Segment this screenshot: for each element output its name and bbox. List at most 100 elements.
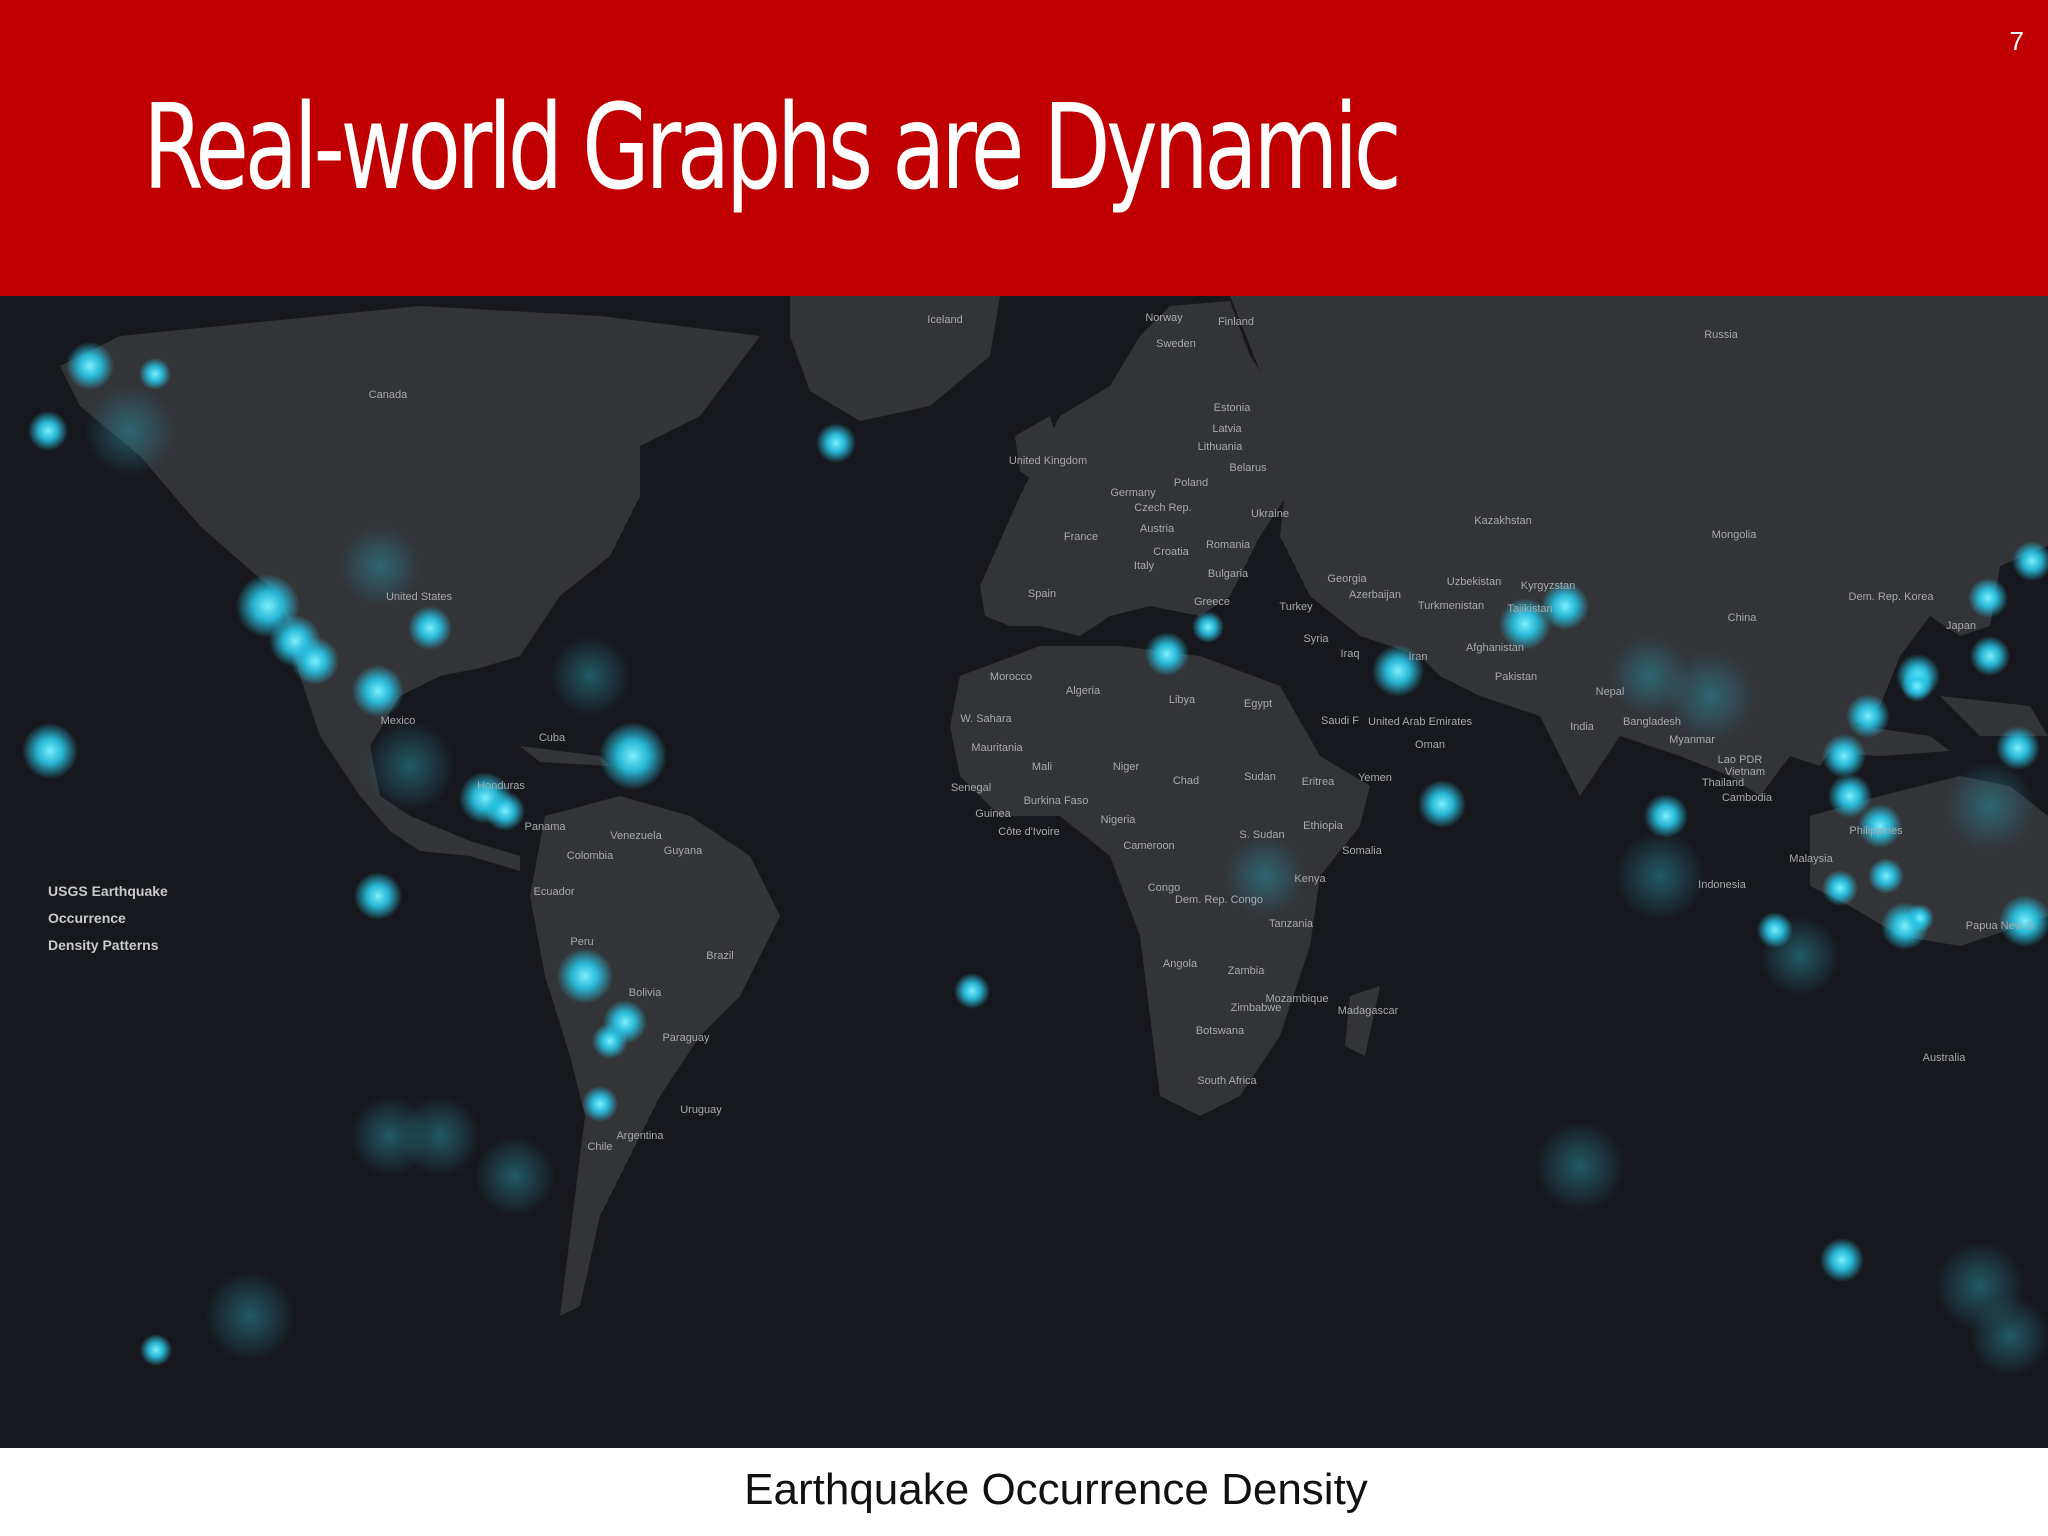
map-label: Colombia — [566, 850, 614, 862]
map-label: India — [1570, 721, 1594, 733]
faint-hotspot — [550, 636, 630, 716]
faint-hotspot — [1970, 1296, 2048, 1376]
faint-hotspot — [205, 1271, 295, 1361]
map-label: Congo — [1147, 882, 1181, 894]
map-legend-line: Occurrence — [48, 910, 126, 926]
map-label: Dem. Rep. Congo — [1174, 894, 1264, 906]
map-label: China — [1727, 612, 1757, 624]
hotspot — [139, 358, 171, 390]
map-label: Finland — [1217, 316, 1255, 328]
map-label: Argentina — [616, 1130, 664, 1142]
map-label: Czech Rep. — [1134, 502, 1192, 514]
map-label: Honduras — [477, 780, 525, 792]
hotspot — [1906, 904, 1934, 932]
map-label: Romania — [1205, 539, 1251, 551]
map-label: Syria — [1303, 633, 1329, 645]
map-label: Zambia — [1227, 965, 1265, 977]
map-label: Kazakhstan — [1474, 515, 1532, 527]
map-legend-line: Density Patterns — [48, 937, 159, 953]
hotspot — [1822, 870, 1858, 906]
land-cuba — [520, 746, 610, 766]
map-label: Iraq — [1340, 648, 1360, 660]
map-legend-line: USGS Earthquake — [48, 883, 168, 899]
land-papua — [1940, 696, 2048, 736]
faint-hotspot — [1615, 831, 1705, 921]
map-label: Uzbekistan — [1446, 576, 1502, 588]
map-label: Chad — [1172, 775, 1200, 787]
map-label: Cameroon — [1123, 840, 1175, 852]
map-label: Sudan — [1244, 771, 1276, 783]
map-label: Latvia — [1212, 423, 1242, 435]
hotspot — [1996, 726, 2040, 770]
map-label: Australia — [1922, 1052, 1966, 1064]
map-label: Turkmenistan — [1417, 600, 1485, 612]
hotspot — [1901, 670, 1933, 702]
map-label: Zimbabwe — [1230, 1002, 1282, 1014]
hotspot — [291, 637, 339, 685]
map-label: Paraguay — [662, 1032, 710, 1044]
map-label: Morocco — [989, 671, 1033, 683]
map-label: Georgia — [1327, 573, 1367, 585]
map-label: Algeria — [1065, 685, 1101, 697]
map-legend: USGS Earthquake Occurrence Density Patte… — [48, 878, 168, 959]
map-label: Norway — [1145, 312, 1183, 324]
hotspot — [1822, 734, 1866, 778]
world-map-svg — [22, 296, 2048, 1376]
figure-caption: Earthquake Occurrence Density — [744, 1465, 1368, 1514]
map-label: Japan — [1946, 620, 1976, 632]
map-label: Pakistan — [1494, 671, 1538, 683]
map-label: Turkey — [1279, 601, 1313, 613]
map-label: Dem. Rep. Korea — [1848, 591, 1934, 603]
map-label: Germany — [1110, 487, 1156, 499]
map-label: Indonesia — [1698, 879, 1746, 891]
map-label: South Africa — [1197, 1075, 1257, 1087]
map-label: Lao PDR — [1717, 754, 1763, 766]
map-label: Lithuania — [1197, 441, 1243, 453]
hotspot — [816, 423, 856, 463]
map-label: United Arab Emirates — [1368, 716, 1472, 728]
land-south-america — [530, 796, 780, 1316]
map-label: Sweden — [1156, 338, 1196, 350]
hotspot — [140, 1334, 172, 1366]
map-label: Mali — [1031, 761, 1053, 773]
map-label: Belarus — [1229, 462, 1267, 474]
map-label: Ethiopia — [1303, 820, 1343, 832]
map-label: Cambodia — [1721, 792, 1773, 804]
hotspot — [592, 1023, 628, 1059]
map-label: Myanmar — [1669, 734, 1715, 746]
map-label: Nepal — [1595, 686, 1625, 698]
hotspot — [1868, 858, 1904, 894]
map-label: Bolivia — [628, 987, 662, 999]
hotspot — [485, 791, 525, 831]
faint-hotspot — [1945, 761, 2035, 851]
map-label: Papua New G — [1965, 920, 2035, 932]
hotspot — [1145, 632, 1189, 676]
map-label: Spain — [1027, 588, 1057, 600]
hotspot — [352, 665, 404, 717]
hotspot — [1757, 912, 1793, 948]
map-label: Malaysia — [1789, 853, 1833, 865]
hotspot — [28, 411, 68, 451]
slide-title: Real-world Graphs are Dynamic — [143, 78, 1402, 216]
map-label: Yemen — [1358, 772, 1392, 784]
map-label: France — [1063, 531, 1099, 543]
map-label: United States — [385, 591, 453, 603]
map-label: Kenya — [1294, 873, 1326, 885]
map-label: Senegal — [950, 782, 992, 794]
hotspot — [66, 342, 114, 390]
map-label: United Kingdom — [1008, 455, 1088, 467]
earthquake-map: Iceland Norway Finland Sweden Russia Can… — [0, 296, 2048, 1448]
hotspot — [557, 948, 613, 1004]
hotspot — [408, 606, 452, 650]
slide-header: Real-world Graphs are Dynamic 7 — [0, 0, 2048, 296]
map-label: Mexico — [380, 715, 416, 727]
hotspot — [1192, 611, 1224, 643]
faint-hotspot — [400, 1096, 480, 1176]
map-label: Guyana — [663, 845, 703, 857]
map-label: Guinea — [975, 808, 1011, 820]
map-label: Côte d'Ivoire — [998, 826, 1060, 838]
map-label: Austria — [1139, 523, 1175, 535]
map-label: Nigeria — [1100, 814, 1136, 826]
map-label: Russia — [1704, 329, 1738, 341]
map-label: Tanzania — [1268, 918, 1314, 930]
